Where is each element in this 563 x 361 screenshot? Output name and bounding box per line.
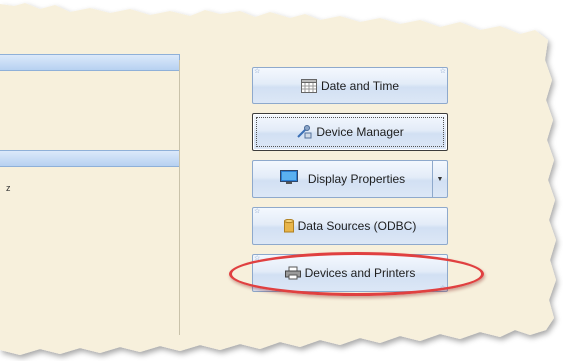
monitor-icon xyxy=(279,170,298,188)
date-and-time-button[interactable]: ☆ ☆ Date and Time xyxy=(252,67,448,104)
corner-star-icon: ☆ xyxy=(439,68,446,75)
display-properties-label: Display Properties xyxy=(307,172,406,186)
display-properties-split-button: Display Properties ▼ xyxy=(252,160,448,198)
data-sources-odbc-button[interactable]: ☆ Data Sources (ODBC) xyxy=(252,207,448,245)
corner-star-icon: ☆ xyxy=(254,208,261,215)
database-icon xyxy=(283,219,294,233)
device-manager-icon xyxy=(296,125,312,139)
date-and-time-label: Date and Time xyxy=(320,78,400,93)
left-panel-header-top[interactable] xyxy=(0,54,180,71)
display-properties-button[interactable]: Display Properties xyxy=(253,161,432,197)
corner-star-icon: ☆ xyxy=(254,68,261,75)
calendar-icon xyxy=(300,78,317,93)
device-manager-label: Device Manager xyxy=(316,125,404,139)
chevron-down-icon[interactable]: ▼ xyxy=(432,161,447,197)
truncated-label: z xyxy=(6,183,11,193)
device-manager-button[interactable]: Device Manager xyxy=(252,113,448,151)
left-panel-header-bottom[interactable] xyxy=(0,150,180,167)
highlight-annotation-ellipse xyxy=(229,252,484,296)
data-sources-label: Data Sources (ODBC) xyxy=(297,219,417,233)
panel-divider xyxy=(179,60,180,335)
